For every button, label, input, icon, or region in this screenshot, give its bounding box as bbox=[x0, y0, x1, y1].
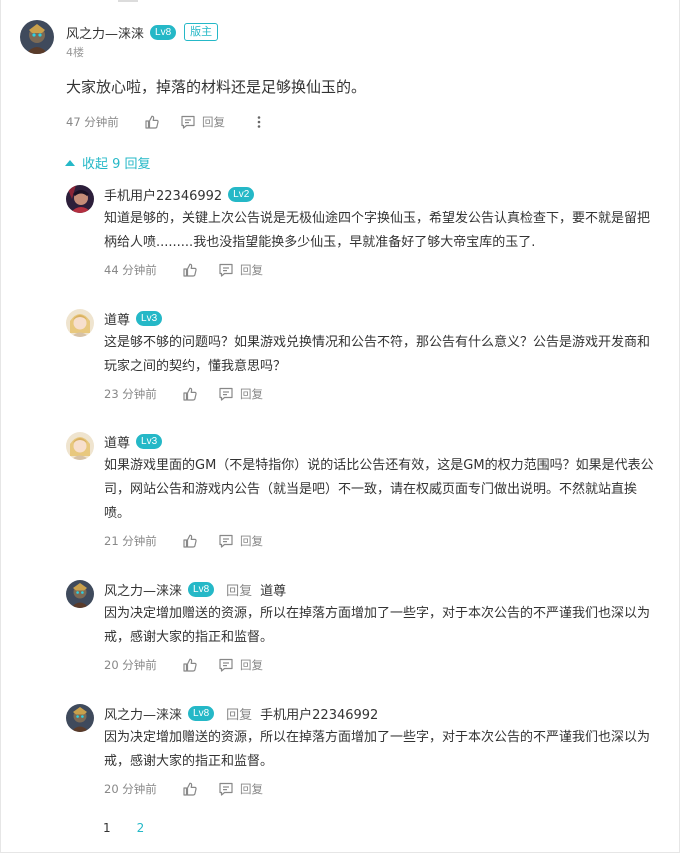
pagination: 1 2 bbox=[103, 821, 170, 835]
level-badge: Lv8 bbox=[188, 705, 215, 721]
reply-button[interactable]: 回复 bbox=[218, 262, 263, 278]
page-1-link[interactable]: 1 bbox=[103, 821, 111, 835]
username[interactable]: 风之力—涞涞 bbox=[104, 580, 182, 599]
thumbs-up-icon bbox=[182, 781, 198, 797]
reply-actions: 20 分钟前 回复 bbox=[104, 655, 656, 675]
username[interactable]: 风之力—涞涞 bbox=[104, 704, 182, 723]
timestamp: 20 分钟前 bbox=[104, 658, 157, 672]
tab-indicator bbox=[118, 0, 138, 2]
thumbs-up-icon bbox=[182, 386, 198, 402]
avatar[interactable] bbox=[66, 309, 94, 337]
level-badge: Lv3 bbox=[136, 433, 163, 449]
floor-number: 4楼 bbox=[66, 46, 84, 59]
avatar[interactable] bbox=[20, 20, 54, 54]
reply-button[interactable]: 回复 bbox=[180, 114, 225, 130]
reply-text: 因为决定增加赠送的资源，所以在掉落方面增加了一些字，对于本次公告的不严谨我们也深… bbox=[104, 730, 651, 769]
thumbs-up-icon bbox=[182, 262, 198, 278]
comment-text: 大家放心啦，掉落的材料还是足够换仙玉的。 bbox=[66, 78, 367, 96]
reply-label: 回复 bbox=[202, 115, 225, 129]
like-button[interactable] bbox=[182, 533, 218, 549]
reply-label: 回复 bbox=[240, 263, 263, 277]
thumbs-up-icon bbox=[182, 657, 198, 673]
reply-button[interactable]: 回复 bbox=[218, 657, 263, 673]
triangle-up-icon bbox=[65, 159, 75, 166]
comment-icon bbox=[218, 262, 234, 278]
moderator-badge: 版主 bbox=[184, 23, 219, 41]
reply-label: 回复 bbox=[240, 782, 263, 796]
comment-icon bbox=[218, 533, 234, 549]
like-button[interactable] bbox=[182, 657, 218, 673]
username[interactable]: 风之力—涞涞 bbox=[66, 23, 144, 42]
reply-text: 因为决定增加赠送的资源，所以在掉落方面增加了一些字，对于本次公告的不严谨我们也深… bbox=[104, 606, 651, 645]
timestamp: 44 分钟前 bbox=[104, 263, 157, 277]
level-badge: Lv8 bbox=[150, 24, 177, 40]
username[interactable]: 道尊 bbox=[104, 309, 130, 328]
reply-button[interactable]: 回复 bbox=[218, 781, 263, 797]
more-options-button[interactable] bbox=[251, 114, 267, 130]
reply-label: 回复 bbox=[240, 658, 263, 672]
avatar[interactable] bbox=[66, 432, 94, 460]
comment-icon bbox=[180, 114, 196, 130]
reply-to-label: 回复 bbox=[226, 707, 253, 723]
level-badge: Lv8 bbox=[188, 581, 215, 597]
level-badge: Lv2 bbox=[228, 186, 255, 202]
username[interactable]: 道尊 bbox=[104, 432, 130, 451]
thumbs-up-icon bbox=[144, 114, 160, 130]
like-button[interactable] bbox=[144, 114, 180, 130]
avatar[interactable] bbox=[66, 185, 94, 213]
like-button[interactable] bbox=[182, 781, 218, 797]
level-badge: Lv3 bbox=[136, 310, 163, 326]
timestamp: 47 分钟前 bbox=[66, 115, 119, 129]
reply-to-label: 回复 bbox=[226, 583, 253, 599]
like-button[interactable] bbox=[182, 262, 218, 278]
timestamp: 20 分钟前 bbox=[104, 782, 157, 796]
reply-text: 知道是够的，关键上次公告说是无极仙途四个字换仙玉，希望发公告认真检查下，要不就是… bbox=[104, 211, 651, 250]
reply-actions: 21 分钟前 回复 bbox=[104, 531, 656, 551]
reply-label: 回复 bbox=[240, 387, 263, 401]
avatar[interactable] bbox=[66, 704, 94, 732]
username[interactable]: 手机用户22346992 bbox=[104, 185, 222, 204]
reply-actions: 23 分钟前 回复 bbox=[104, 384, 656, 404]
reply-text: 这是够不够的问题吗？如果游戏兑换情况和公告不符，那公告有什么意义？公告是游戏开发… bbox=[104, 335, 651, 374]
reply-to-username[interactable]: 手机用户22346992 bbox=[260, 704, 378, 723]
comment-icon bbox=[218, 781, 234, 797]
comment-icon bbox=[218, 657, 234, 673]
like-button[interactable] bbox=[182, 386, 218, 402]
reply-button[interactable]: 回复 bbox=[218, 533, 263, 549]
page-2-link[interactable]: 2 bbox=[137, 821, 145, 835]
reply-actions: 44 分钟前 回复 bbox=[104, 260, 656, 280]
comment-icon bbox=[218, 386, 234, 402]
reply-text: 如果游戏里面的GM（不是特指你）说的话比公告还有效，这是GM的权力范围吗？如果是… bbox=[104, 458, 654, 521]
timestamp: 21 分钟前 bbox=[104, 534, 157, 548]
thumbs-up-icon bbox=[182, 533, 198, 549]
collapse-label: 收起 9 回复 bbox=[82, 157, 151, 172]
reply-actions: 20 分钟前 回复 bbox=[104, 779, 656, 799]
timestamp: 23 分钟前 bbox=[104, 387, 157, 401]
reply-to-username[interactable]: 道尊 bbox=[260, 580, 286, 599]
reply-button[interactable]: 回复 bbox=[218, 386, 263, 402]
comment-actions: 47 分钟前 回复 bbox=[66, 112, 267, 132]
reply-label: 回复 bbox=[240, 534, 263, 548]
more-vertical-icon bbox=[251, 114, 267, 130]
collapse-replies-button[interactable]: 收起 9 回复 bbox=[65, 153, 151, 172]
avatar[interactable] bbox=[66, 580, 94, 608]
